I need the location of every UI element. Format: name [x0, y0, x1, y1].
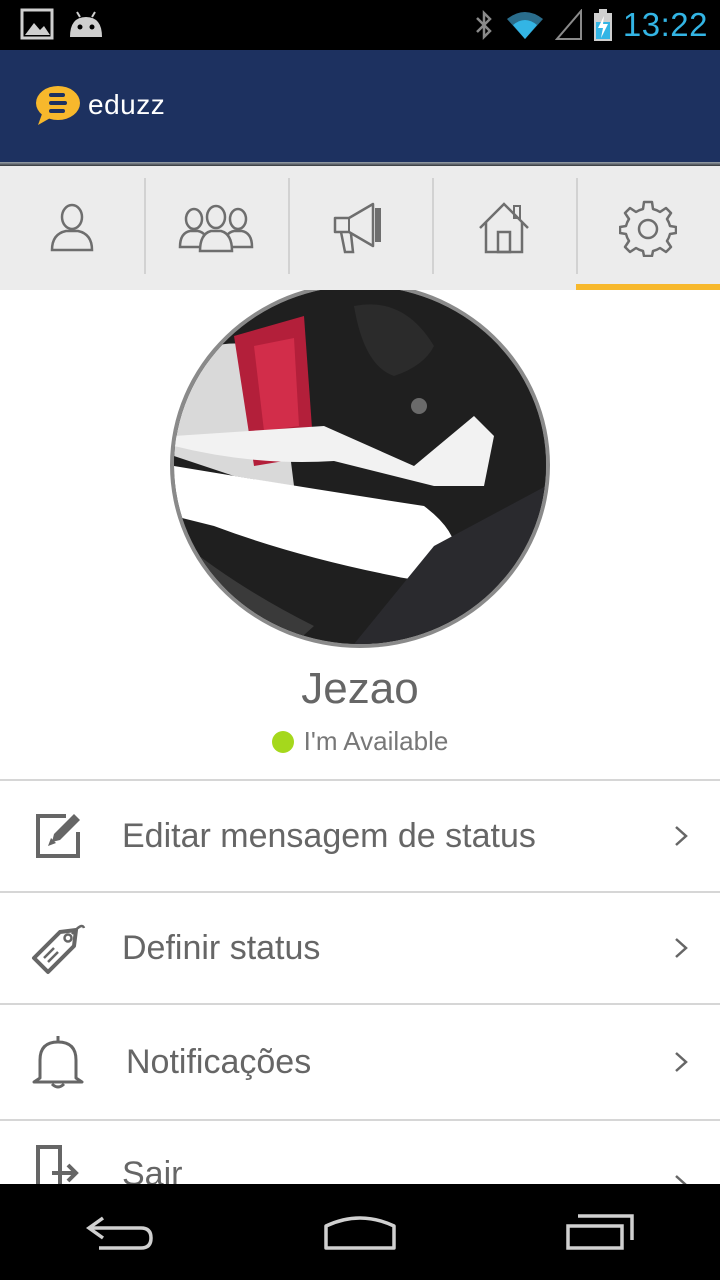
menu-item-logout[interactable]: Sair [0, 1121, 720, 1184]
tab-profile[interactable] [0, 166, 144, 290]
profile-settings-panel: Jezao I'm Available Editar mensagem de s… [0, 290, 720, 1184]
menu-item-label: Editar mensagem de status [122, 816, 536, 855]
settings-menu: Editar mensagem de status Definir status [0, 779, 720, 1184]
chevron-right-icon [675, 938, 688, 958]
chevron-right-icon [675, 1052, 688, 1072]
status-dot [271, 730, 294, 753]
eduzz-logo-icon [36, 86, 80, 125]
bell-icon [32, 1036, 84, 1089]
profile-name: Jezao [301, 664, 419, 713]
tab-home[interactable] [432, 166, 576, 290]
tag-icon [32, 924, 86, 974]
tab-bar [0, 166, 720, 290]
action-bar: eduzz [0, 50, 720, 162]
avatar[interactable] [170, 290, 550, 648]
signal-icon [554, 9, 582, 40]
back-icon [85, 1216, 153, 1250]
home-nav-icon [324, 1216, 396, 1250]
status-text: I'm Available [303, 726, 449, 756]
gear-icon [619, 200, 677, 257]
menu-item-label: Sair [122, 1155, 183, 1184]
app-logo[interactable]: eduzz [34, 84, 165, 126]
menu-item-label: Notificações [126, 1042, 312, 1081]
android-notification-icon [70, 11, 102, 37]
wifi-icon [506, 12, 543, 39]
edit-icon [36, 814, 80, 858]
recent-apps-icon [566, 1214, 634, 1250]
image-notification-icon [20, 8, 54, 40]
app-brand: eduzz [88, 89, 166, 120]
navigation-bar [0, 1184, 720, 1280]
menu-item-set-status[interactable]: Definir status [0, 893, 720, 1005]
tab-settings[interactable] [576, 166, 720, 290]
home-button[interactable] [240, 1184, 480, 1280]
battery-charging-icon [593, 9, 612, 41]
group-icon [178, 204, 254, 253]
back-button[interactable] [0, 1184, 240, 1280]
menu-item-label: Definir status [122, 928, 321, 967]
chevron-right-icon [675, 1175, 687, 1184]
bluetooth-icon [476, 9, 492, 41]
status-bar: 13:22 [0, 0, 720, 50]
avatar-photo [174, 290, 546, 644]
exit-icon [36, 1145, 79, 1184]
status-indicator: I'm Available [0, 726, 720, 757]
tab-contacts[interactable] [144, 166, 288, 290]
megaphone-icon [333, 202, 381, 254]
menu-item-edit-status-message[interactable]: Editar mensagem de status [0, 781, 720, 893]
clock: 13:22 [622, 6, 708, 43]
tab-announcements[interactable] [288, 166, 432, 290]
person-icon [50, 203, 94, 252]
home-icon [479, 202, 529, 254]
recent-apps-button[interactable] [480, 1184, 720, 1280]
menu-item-notifications[interactable]: Notificações [0, 1005, 720, 1121]
chevron-right-icon [675, 826, 688, 846]
